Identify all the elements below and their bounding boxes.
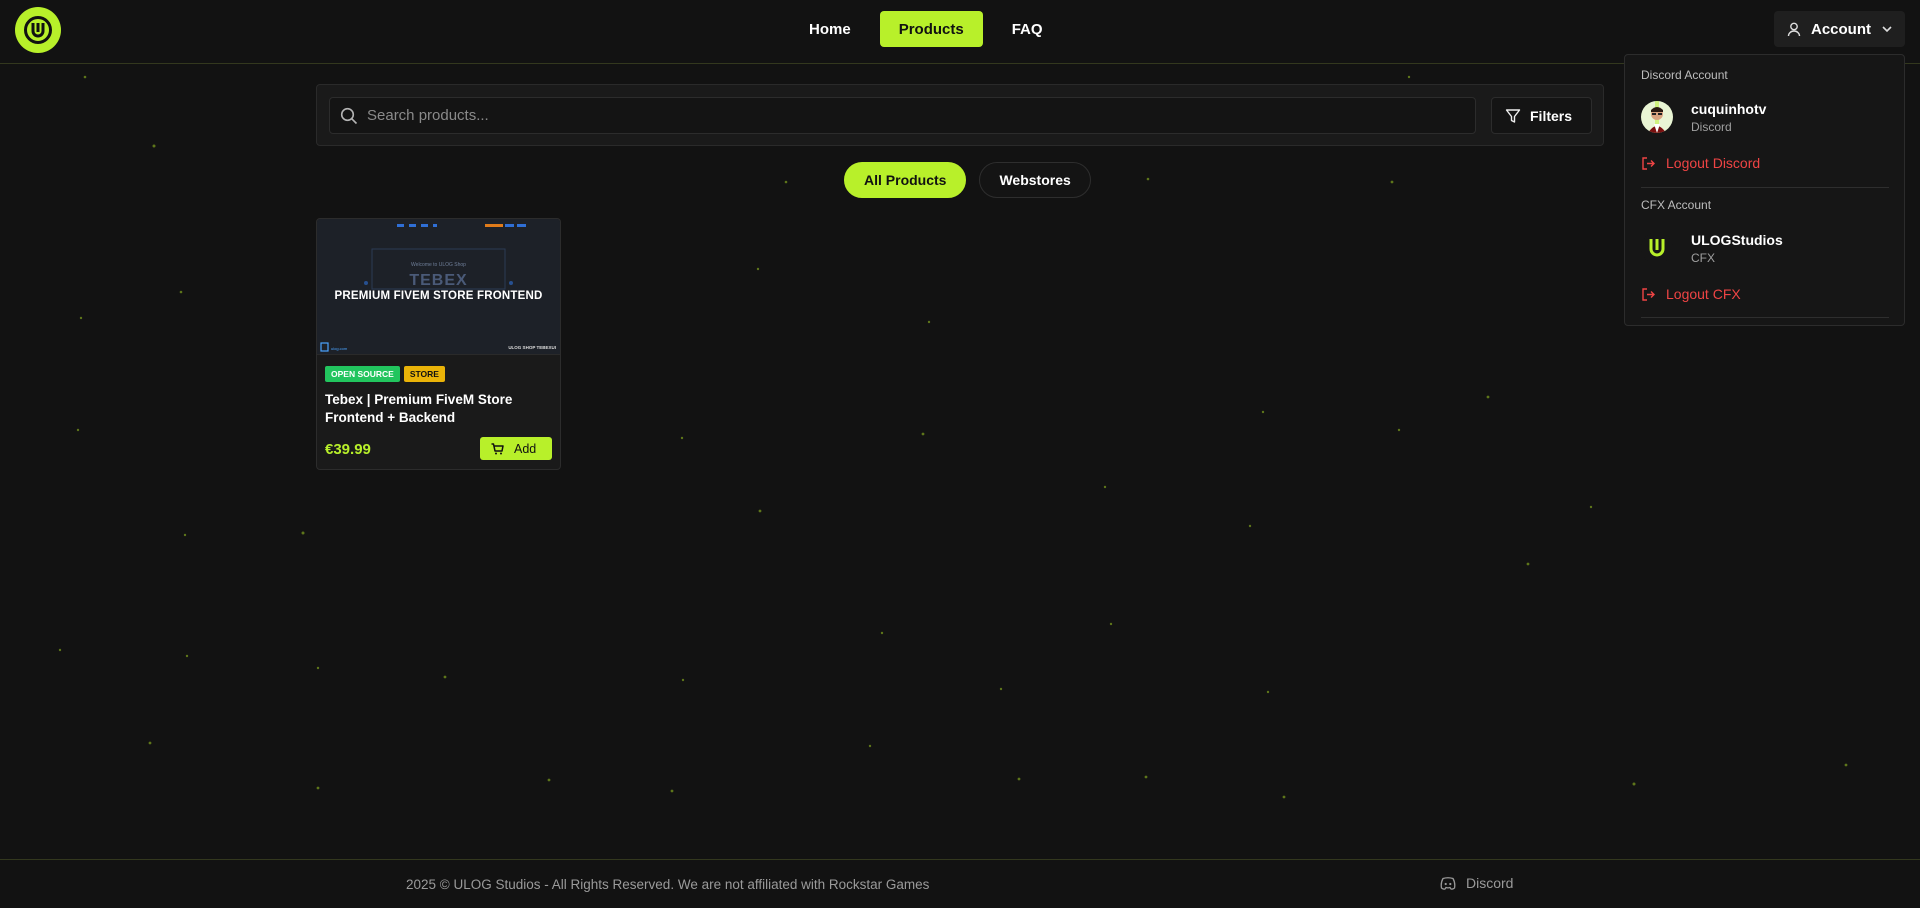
discord-avatar-image bbox=[1641, 101, 1673, 133]
search-icon bbox=[340, 107, 358, 124]
cart-icon bbox=[491, 442, 504, 454]
search-input[interactable] bbox=[367, 107, 1447, 124]
logout-cfx-button[interactable]: Logout CFX bbox=[1641, 286, 1741, 302]
discord-username: cuquinhotv bbox=[1691, 101, 1767, 117]
category-all-products[interactable]: All Products bbox=[844, 162, 967, 198]
search-panel: Filters bbox=[316, 84, 1604, 146]
cfx-section-label: CFX Account bbox=[1641, 198, 1712, 212]
account-dropdown: Discord Account cuquinhotv Discord Logou… bbox=[1624, 54, 1905, 326]
ulog-logo-icon bbox=[24, 16, 52, 44]
nav-home[interactable]: Home bbox=[790, 11, 870, 47]
product-price: €39.99 bbox=[325, 441, 371, 458]
cfx-sub-label: CFX bbox=[1691, 251, 1715, 265]
product-title[interactable]: Tebex | Premium FiveM Store Frontend + B… bbox=[325, 391, 555, 427]
dropdown-divider bbox=[1641, 317, 1889, 318]
discord-section-label: Discord Account bbox=[1641, 68, 1728, 82]
account-label: Account bbox=[1811, 20, 1871, 38]
footer-copyright: 2025 © ULOG Studios - All Rights Reserve… bbox=[406, 877, 930, 892]
thumbnail-title: PREMIUM FIVEM STORE FRONTEND bbox=[334, 290, 543, 302]
footer-discord-label: Discord bbox=[1466, 875, 1514, 891]
thumbnail-welcome-text: Welcome to ULOG Shop bbox=[411, 262, 466, 268]
logout-discord-label: Logout Discord bbox=[1666, 155, 1761, 171]
nav-faq[interactable]: FAQ bbox=[993, 11, 1062, 47]
discord-sub-label: Discord bbox=[1691, 120, 1732, 134]
cfx-avatar bbox=[1641, 232, 1673, 264]
discord-avatar bbox=[1641, 101, 1673, 133]
cfx-username: ULOGStudios bbox=[1691, 232, 1783, 248]
thumbnail-footer-right: ULOG SHOP TEBEXUI bbox=[508, 345, 556, 350]
filters-label: Filters bbox=[1530, 107, 1573, 124]
discord-icon bbox=[1440, 876, 1456, 890]
thumbnail-big-word: TEBEX bbox=[409, 272, 468, 289]
cfx-avatar-image bbox=[1641, 232, 1673, 264]
product-thumbnail[interactable]: Welcome to ULOG Shop TEBEX PREMIUM FIVEM… bbox=[317, 219, 560, 355]
dropdown-divider bbox=[1641, 187, 1889, 188]
page-footer: 2025 © ULOG Studios - All Rights Reserve… bbox=[0, 859, 1920, 908]
footer-discord-link[interactable]: Discord bbox=[1440, 875, 1513, 891]
thumbnail-footer-left: ulog.com bbox=[331, 346, 348, 351]
category-webstores[interactable]: Webstores bbox=[979, 162, 1091, 198]
tag-store: STORE bbox=[403, 366, 445, 382]
logout-icon bbox=[1642, 287, 1655, 301]
filters-button[interactable]: Filters bbox=[1491, 97, 1592, 134]
add-label: Add bbox=[514, 441, 537, 456]
search-box[interactable] bbox=[329, 97, 1476, 134]
ulog-logo[interactable] bbox=[15, 7, 61, 53]
add-to-cart-button[interactable]: Add bbox=[480, 437, 552, 460]
filter-icon bbox=[1505, 108, 1521, 123]
logout-discord-button[interactable]: Logout Discord bbox=[1641, 155, 1760, 171]
account-button[interactable]: Account bbox=[1774, 11, 1905, 47]
product-tags: OPEN SOURCE STORE bbox=[325, 366, 445, 382]
logout-icon bbox=[1642, 156, 1655, 170]
logout-cfx-label: Logout CFX bbox=[1666, 286, 1741, 302]
user-icon bbox=[1787, 22, 1801, 36]
category-filter: All Products Webstores bbox=[844, 162, 1091, 198]
nav-products[interactable]: Products bbox=[879, 11, 983, 47]
tag-open-source: OPEN SOURCE bbox=[325, 366, 400, 382]
chevron-down-icon bbox=[1882, 26, 1892, 33]
product-card[interactable]: Welcome to ULOG Shop TEBEX PREMIUM FIVEM… bbox=[316, 218, 561, 470]
main-nav: Home Products FAQ bbox=[790, 11, 1062, 47]
